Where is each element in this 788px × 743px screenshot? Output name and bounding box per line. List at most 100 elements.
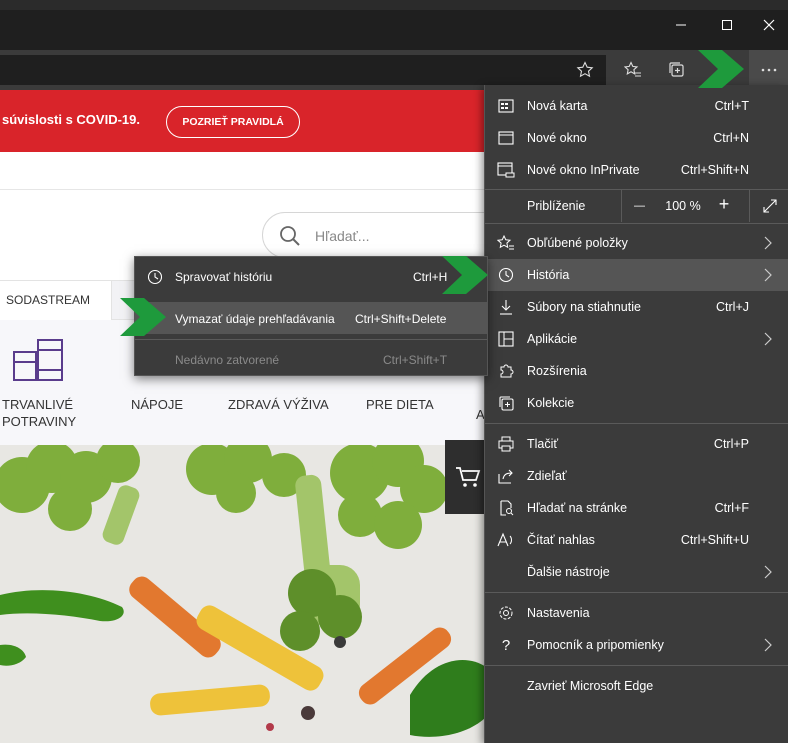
find-icon [497,500,515,516]
menu-item-shortcut: Ctrl+J [716,300,749,314]
menu-item-close-edge[interactable]: Zavrieť Microsoft Edge [485,670,788,702]
browser-toolbar [0,50,788,90]
submenu-separator [135,339,487,340]
category-pre-dieta[interactable]: PRE DIETA [366,396,434,413]
menu-item-shortcut: Ctrl+Shift+U [680,533,749,547]
annotation-arrow-icon [698,50,744,88]
favorites-icon [497,235,515,251]
title-bar [0,0,788,50]
category-trvanlive[interactable]: TRVANLIVÉ POTRAVINY [2,396,76,430]
menu-item-shortcut: Ctrl+F [714,501,749,515]
menu-item-print[interactable]: Tlačiť Ctrl+P [485,428,788,460]
search-icon [280,226,300,246]
menu-item-label: História [527,268,570,282]
add-favorite-button[interactable] [570,55,600,85]
maximize-button[interactable] [704,10,750,40]
menu-item-shortcut: Ctrl+Shift+N [680,163,749,177]
menu-item-collections[interactable]: Kolekcie [485,387,788,419]
category-napoje[interactable]: NÁPOJE [131,396,183,413]
search-input[interactable]: Hľadať... [315,228,369,244]
annotation-arrow-icon [120,298,166,336]
submenu-item-shortcut: Ctrl+Shift+Delete [355,312,447,326]
zoom-label: Priblíženie [527,199,586,213]
address-bar[interactable] [0,55,606,85]
menu-item-label: Kolekcie [527,396,575,410]
history-icon [147,269,163,285]
menu-item-label: Nastavenia [527,606,590,620]
category-label: TRVANLIVÉ [2,397,74,412]
edge-settings-menu: Nová karta Ctrl+T Nové okno Ctrl+N Nové … [484,85,788,743]
zoom-in-button[interactable]: + [709,194,739,215]
menu-separator [485,665,788,666]
submenu-item-manage-history[interactable]: Spravovať históriu Ctrl+H [135,260,487,292]
menu-item-shortcut: Ctrl+N [713,131,749,145]
menu-item-label: Čítať nahlas [527,533,595,547]
menu-item-settings[interactable]: Nastavenia [485,597,788,629]
menu-item-more-tools[interactable]: Ďalšie nástroje [485,556,788,588]
menu-item-label: Nové okno InPrivate [527,163,640,177]
share-icon [497,468,515,484]
menu-item-downloads[interactable]: Súbory na stiahnutie Ctrl+J [485,291,788,323]
apps-icon [497,331,515,347]
category-label: NÁPOJE [131,397,184,412]
menu-item-share[interactable]: Zdieľať [485,460,788,492]
collections-button[interactable] [662,55,692,85]
history-submenu: Spravovať históriu Ctrl+H Vymazať údaje … [134,256,488,376]
help-icon: ? [501,636,511,654]
submenu-item-recently-closed: Nedávno zatvorené Ctrl+Shift+T [135,343,487,375]
new-window-icon [497,130,515,146]
submenu-item-clear-browsing-data[interactable]: Vymazať údaje prehľadávania Ctrl+Shift+D… [135,302,487,334]
menu-item-label: Pomocník a pripomienky [527,638,664,652]
menu-item-label: Hľadať na stránke [527,501,628,515]
menu-item-label: Tlačiť [527,437,559,451]
menu-item-find[interactable]: Hľadať na stránke Ctrl+F [485,492,788,524]
submenu-item-shortcut: Ctrl+Shift+T [383,353,448,367]
menu-item-extensions[interactable]: Rozšírenia [485,355,788,387]
favorites-list-icon [624,61,641,77]
menu-item-label: Súbory na stiahnutie [527,300,641,314]
category-zdrava-vyziva[interactable]: ZDRAVÁ VÝŽIVA [228,396,329,413]
print-icon [497,436,515,452]
settings-icon [497,605,515,621]
menu-item-label: Ďalšie nástroje [527,565,610,579]
settings-more-button[interactable] [749,50,788,90]
category-label: POTRAVINY [2,414,77,429]
close-icon [763,19,775,31]
menu-item-inprivate[interactable]: Nové okno InPrivate Ctrl+Shift+N [485,154,788,186]
download-icon [497,299,515,315]
menu-item-new-tab[interactable]: Nová karta Ctrl+T [485,90,788,122]
chevron-right-icon [764,565,772,579]
fullscreen-button[interactable] [749,190,788,222]
extensions-icon [497,363,515,379]
menu-item-help[interactable]: ? Pomocník a pripomienky [485,629,788,661]
menu-item-history[interactable]: História [485,259,788,291]
chevron-right-icon [764,268,772,282]
view-rules-button[interactable]: POZRIEŤ PRAVIDLÁ [166,106,300,138]
collections-icon [497,395,515,411]
collections-toolbar-icon [669,62,684,77]
menu-item-favorites[interactable]: Obľúbené položky [485,227,788,259]
zoom-out-button[interactable]: — [621,190,657,222]
submenu-item-label: Vymazať údaje prehľadávania [175,312,335,326]
banner-text: súvislosti s COVID-19. [2,112,140,127]
chevron-right-icon [764,332,772,346]
category-label: ZDRAVÁ VÝŽIVA [228,397,329,412]
title-strip [0,0,788,10]
category-label: PRE DIETA [366,397,434,412]
cart-icon [455,467,480,487]
tab-sodastream[interactable]: SODASTREAM [0,281,112,321]
zoom-minus-label: — [634,200,645,212]
menu-item-new-window[interactable]: Nové okno Ctrl+N [485,122,788,154]
close-window-button[interactable] [750,10,788,40]
menu-separator [485,423,788,424]
menu-item-label: Nové okno [527,131,587,145]
minimize-button[interactable] [658,10,704,40]
menu-item-apps[interactable]: Aplikácie [485,323,788,355]
maximize-icon [722,20,732,30]
menu-item-label: Rozšírenia [527,364,587,378]
menu-item-read-aloud[interactable]: Čítať nahlas Ctrl+Shift+U [485,524,788,556]
more-icon [761,68,776,72]
favorites-button[interactable] [618,55,648,85]
submenu-item-label: Spravovať históriu [175,270,273,284]
menu-item-label: Zdieľať [527,469,567,483]
